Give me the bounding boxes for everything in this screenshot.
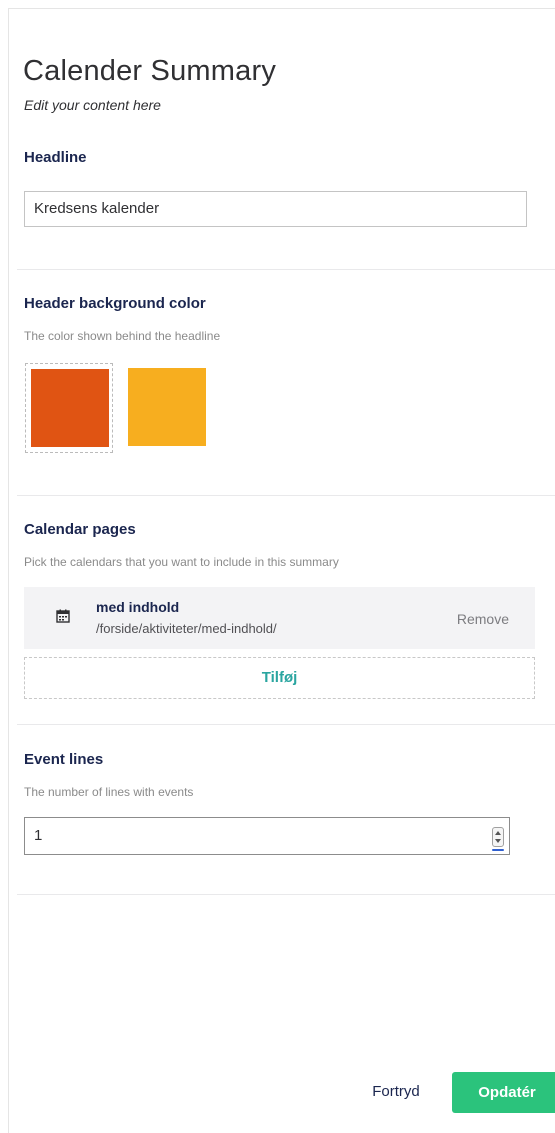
page-title: Calender Summary (23, 55, 277, 87)
stepper-up-icon[interactable] (495, 831, 501, 835)
edit-panel: Calender Summary Edit your content here … (8, 8, 555, 1133)
event-lines-input[interactable]: 1 (24, 817, 510, 855)
divider (17, 894, 555, 895)
header-color-description: The color shown behind the headline (24, 329, 221, 343)
color-swatch-yellow (128, 368, 206, 446)
event-lines-value: 1 (34, 827, 43, 844)
calendar-page-path: /forside/aktiviteter/med-indhold/ (96, 621, 277, 636)
divider (17, 269, 555, 270)
color-swatch-orange-selected[interactable] (25, 363, 113, 453)
calendar-page-name: med indhold (96, 599, 180, 615)
color-swatch-yellow-option[interactable] (123, 363, 211, 453)
divider (17, 724, 555, 725)
cancel-button[interactable]: Fortryd (356, 1072, 436, 1112)
stepper-down-icon[interactable] (495, 839, 501, 843)
page-subtitle: Edit your content here (24, 97, 161, 113)
calendar-page-item[interactable]: med indhold /forside/aktiviteter/med-ind… (24, 587, 535, 649)
header-color-label: Header background color (24, 295, 206, 312)
divider (17, 495, 555, 496)
calendar-icon (56, 609, 70, 623)
submit-button[interactable]: Opdatér (452, 1072, 555, 1113)
remove-button[interactable]: Remove (457, 611, 509, 627)
stepper-focus-underline (492, 849, 504, 851)
color-swatch-orange (31, 369, 109, 447)
headline-input[interactable]: Kredsens kalender (24, 191, 527, 227)
calendar-pages-label: Calendar pages (24, 521, 136, 538)
add-calendar-button[interactable]: Tilføj (24, 657, 535, 699)
number-stepper[interactable] (492, 827, 504, 847)
headline-label: Headline (24, 149, 87, 166)
event-lines-label: Event lines (24, 751, 104, 768)
event-lines-description: The number of lines with events (24, 785, 194, 799)
calendar-pages-description: Pick the calendars that you want to incl… (24, 555, 339, 569)
